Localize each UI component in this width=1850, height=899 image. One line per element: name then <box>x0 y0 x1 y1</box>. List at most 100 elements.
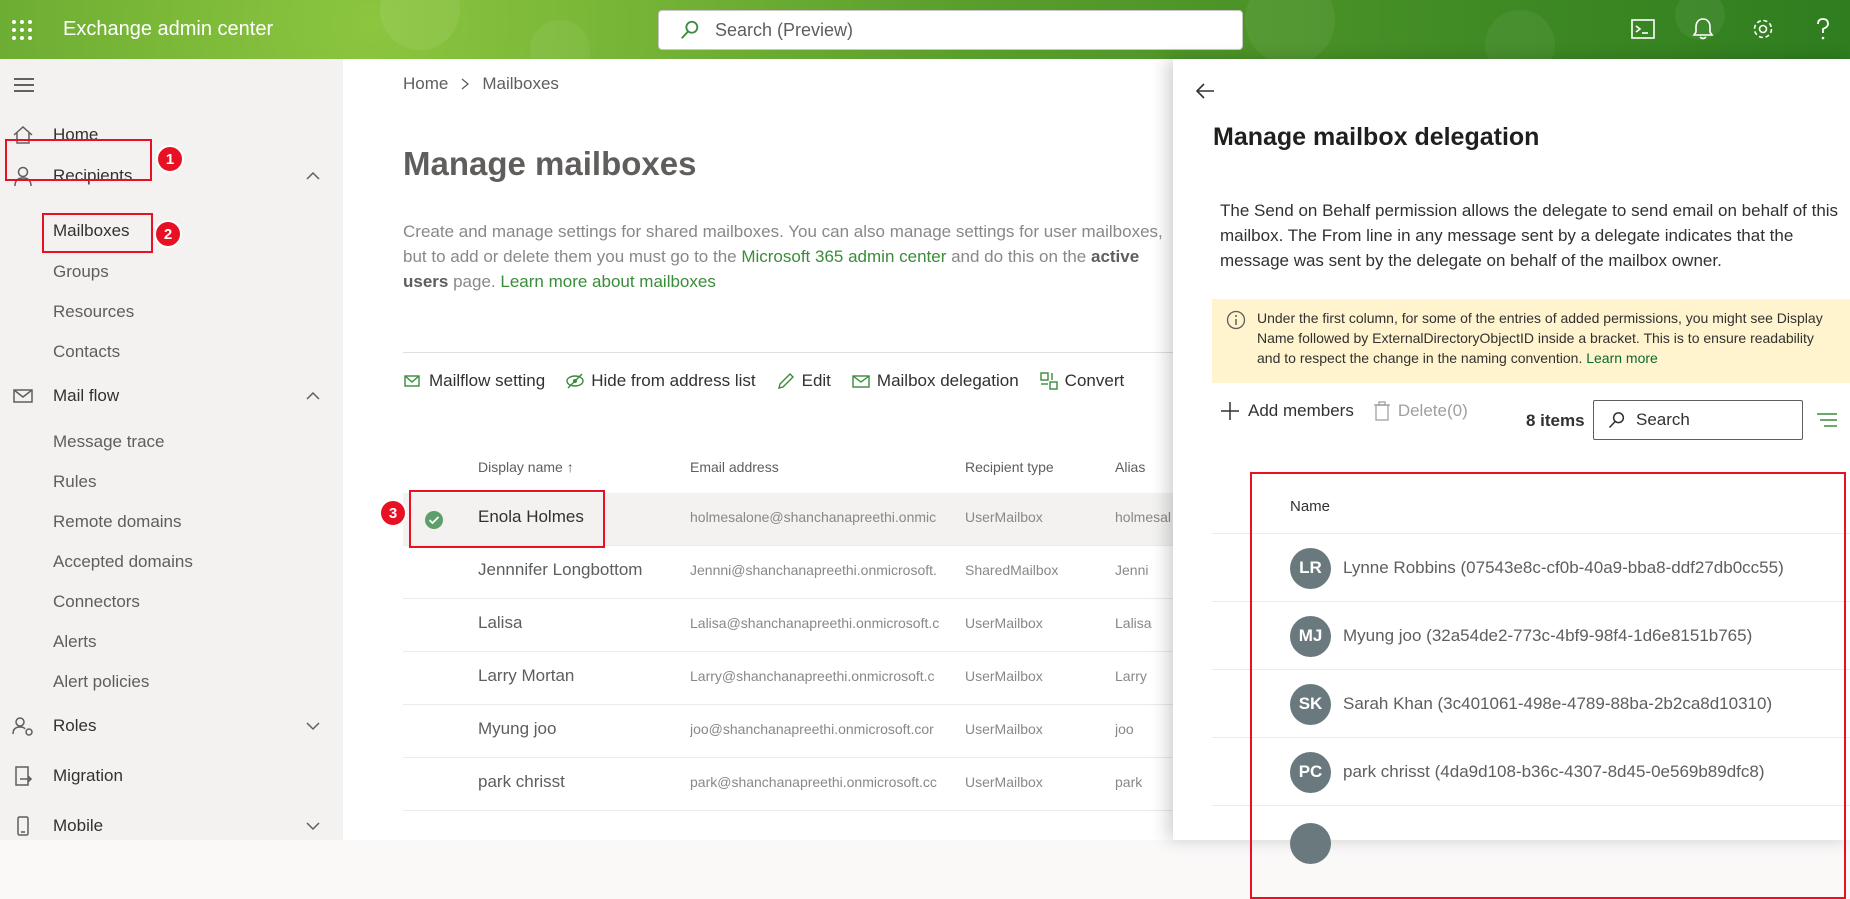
mailflow-setting-button[interactable]: Mailflow setting <box>403 371 545 391</box>
breadcrumb-current: Mailboxes <box>482 74 559 93</box>
table-row[interactable]: park chrisst park@shanchanapreethi.onmic… <box>403 758 1183 811</box>
nav-item-mobile[interactable]: Mobile <box>0 808 343 844</box>
nav-sub-message-trace[interactable]: Message trace <box>53 432 165 452</box>
nav-label-migration: Migration <box>53 766 123 785</box>
convert-button[interactable]: Convert <box>1039 371 1125 391</box>
nav-label-mail-flow: Mail flow <box>53 386 120 405</box>
app-launcher-icon[interactable] <box>10 18 34 42</box>
nav-item-mail-flow[interactable]: Mail flow <box>0 378 343 414</box>
add-members-button[interactable]: Add members <box>1220 401 1354 421</box>
table-row[interactable]: Larry Mortan Larry@shanchanapreethi.onmi… <box>403 652 1183 705</box>
mail-settings-icon <box>404 375 420 387</box>
info-text: Under the first column, for some of the … <box>1257 310 1823 366</box>
notifications-bell-icon[interactable] <box>1688 14 1718 44</box>
chevron-down-icon[interactable] <box>305 718 321 734</box>
info-learn-more-link[interactable]: Learn more <box>1586 350 1658 366</box>
delete-label: Delete(0) <box>1397 401 1468 420</box>
cell-email: Larry@shanchanapreethi.onmicrosoft.c <box>690 668 935 684</box>
panel-title: Manage mailbox delegation <box>1213 123 1540 151</box>
hamburger-menu-icon[interactable] <box>12 75 36 95</box>
column-header-display-name[interactable]: Display name ↑ <box>478 459 574 475</box>
nav-sub-contacts[interactable]: Contacts <box>53 342 120 362</box>
chevron-down-icon[interactable] <box>305 818 321 834</box>
cell-email: holmesalone@shanchanapreethi.onmic <box>690 509 937 525</box>
cell-display-name: Larry Mortan <box>478 666 575 685</box>
panel-command-bar: Add members Delete(0) <box>1220 401 1468 421</box>
annotation-badge-1: 1 <box>156 145 184 173</box>
nav-sub-groups[interactable]: Groups <box>53 262 109 282</box>
nav-item-migration[interactable]: Migration <box>0 758 343 794</box>
page-description: Create and manage settings for shared ma… <box>403 219 1183 294</box>
search-icon <box>1608 412 1625 429</box>
nav-sub-connectors[interactable]: Connectors <box>53 592 140 612</box>
filter-sort-icon[interactable] <box>1816 411 1838 429</box>
add-members-label: Add members <box>1248 401 1354 420</box>
nav-sub-resources[interactable]: Resources <box>53 302 134 322</box>
divider <box>403 352 1183 353</box>
cell-display-name: Jennnifer Longbottom <box>478 560 643 579</box>
info-message-bar: Under the first column, for some of the … <box>1212 299 1850 383</box>
mobile-icon <box>17 816 29 836</box>
annotation-highlight-enola-holmes <box>409 490 605 548</box>
chevron-right-icon <box>461 78 470 90</box>
hide-icon <box>566 373 584 389</box>
nav-sub-alerts[interactable]: Alerts <box>53 632 96 652</box>
mail-icon <box>13 389 33 403</box>
table-row[interactable]: Lalisa Lalisa@shanchanapreethi.onmicroso… <box>403 599 1183 652</box>
settings-gear-icon[interactable] <box>1748 14 1778 44</box>
chevron-up-icon[interactable] <box>305 168 321 184</box>
roles-icon <box>12 717 33 736</box>
nav-sub-remote-domains[interactable]: Remote domains <box>53 512 182 532</box>
annotation-badge-3: 3 <box>379 499 407 527</box>
cell-display-name: park chrisst <box>478 772 565 791</box>
m365-admin-center-link[interactable]: Microsoft 365 admin center <box>741 247 946 266</box>
mailflow-setting-label: Mailflow setting <box>429 371 546 390</box>
left-navigation: Home Recipients 1 Mailboxes 2 Groups Res… <box>0 59 343 840</box>
table-row[interactable]: Myung joo joo@shanchanapreethi.onmicroso… <box>403 705 1183 758</box>
edit-button[interactable]: Edit <box>776 371 831 391</box>
column-header-email[interactable]: Email address <box>690 459 779 475</box>
breadcrumb-home[interactable]: Home <box>403 74 448 94</box>
cell-email: park@shanchanapreethi.onmicrosoft.cc <box>690 774 937 790</box>
migration-icon <box>15 766 33 786</box>
command-bar: Mailflow setting Hide from address list … <box>403 371 1124 391</box>
cell-display-name: Myung joo <box>478 719 557 738</box>
search-placeholder: Search (Preview) <box>715 19 854 40</box>
panel-description: The Send on Behalf permission allows the… <box>1220 201 1839 270</box>
table-row[interactable]: Jennnifer Longbottom Jennni@shanchanapre… <box>403 546 1183 599</box>
nav-label-roles: Roles <box>53 716 97 735</box>
nav-sub-rules[interactable]: Rules <box>53 472 96 492</box>
chevron-up-icon[interactable] <box>305 388 321 404</box>
nav-item-roles[interactable]: Roles <box>0 708 343 744</box>
column-header-recipient-type[interactable]: Recipient type <box>965 459 1054 475</box>
delete-button[interactable]: Delete(0) <box>1373 401 1468 421</box>
hide-from-address-list-button[interactable]: Hide from address list <box>565 371 756 391</box>
cell-display-name: Lalisa <box>478 613 523 632</box>
help-icon[interactable] <box>1808 14 1838 44</box>
cell-recipient-type: SharedMailbox <box>965 562 1059 578</box>
global-search-input[interactable]: Search (Preview) <box>658 10 1243 50</box>
back-arrow-icon[interactable] <box>1193 79 1217 103</box>
learn-more-mailboxes-link[interactable]: Learn more about mailboxes <box>500 272 715 291</box>
item-count: 8 items <box>1526 411 1585 430</box>
app-title[interactable]: Exchange admin center <box>63 18 273 41</box>
nav-sub-alert-policies[interactable]: Alert policies <box>53 672 149 692</box>
cell-recipient-type: UserMailbox <box>965 615 1043 631</box>
annotation-highlight-mailboxes <box>42 213 153 253</box>
panel-search-input[interactable]: Search <box>1593 400 1803 440</box>
convert-label: Convert <box>1064 371 1125 390</box>
annotation-badge-2: 2 <box>154 220 182 248</box>
main-content: Home Mailboxes Manage mailboxes Create a… <box>343 59 1183 840</box>
column-header-alias[interactable]: Alias <box>1115 459 1145 475</box>
pencil-icon <box>777 373 794 389</box>
search-icon <box>681 20 699 39</box>
cloud-shell-icon[interactable] <box>1628 14 1658 44</box>
mailbox-delegation-icon <box>852 375 870 388</box>
plus-icon <box>1221 402 1239 420</box>
mailbox-delegation-button[interactable]: Mailbox delegation <box>851 371 1019 391</box>
hide-from-address-list-label: Hide from address list <box>591 371 756 390</box>
nav-sub-accepted-domains[interactable]: Accepted domains <box>53 552 193 572</box>
cell-recipient-type: UserMailbox <box>965 721 1043 737</box>
panel-search-placeholder: Search <box>1636 410 1690 429</box>
breadcrumb: Home Mailboxes <box>403 74 559 94</box>
